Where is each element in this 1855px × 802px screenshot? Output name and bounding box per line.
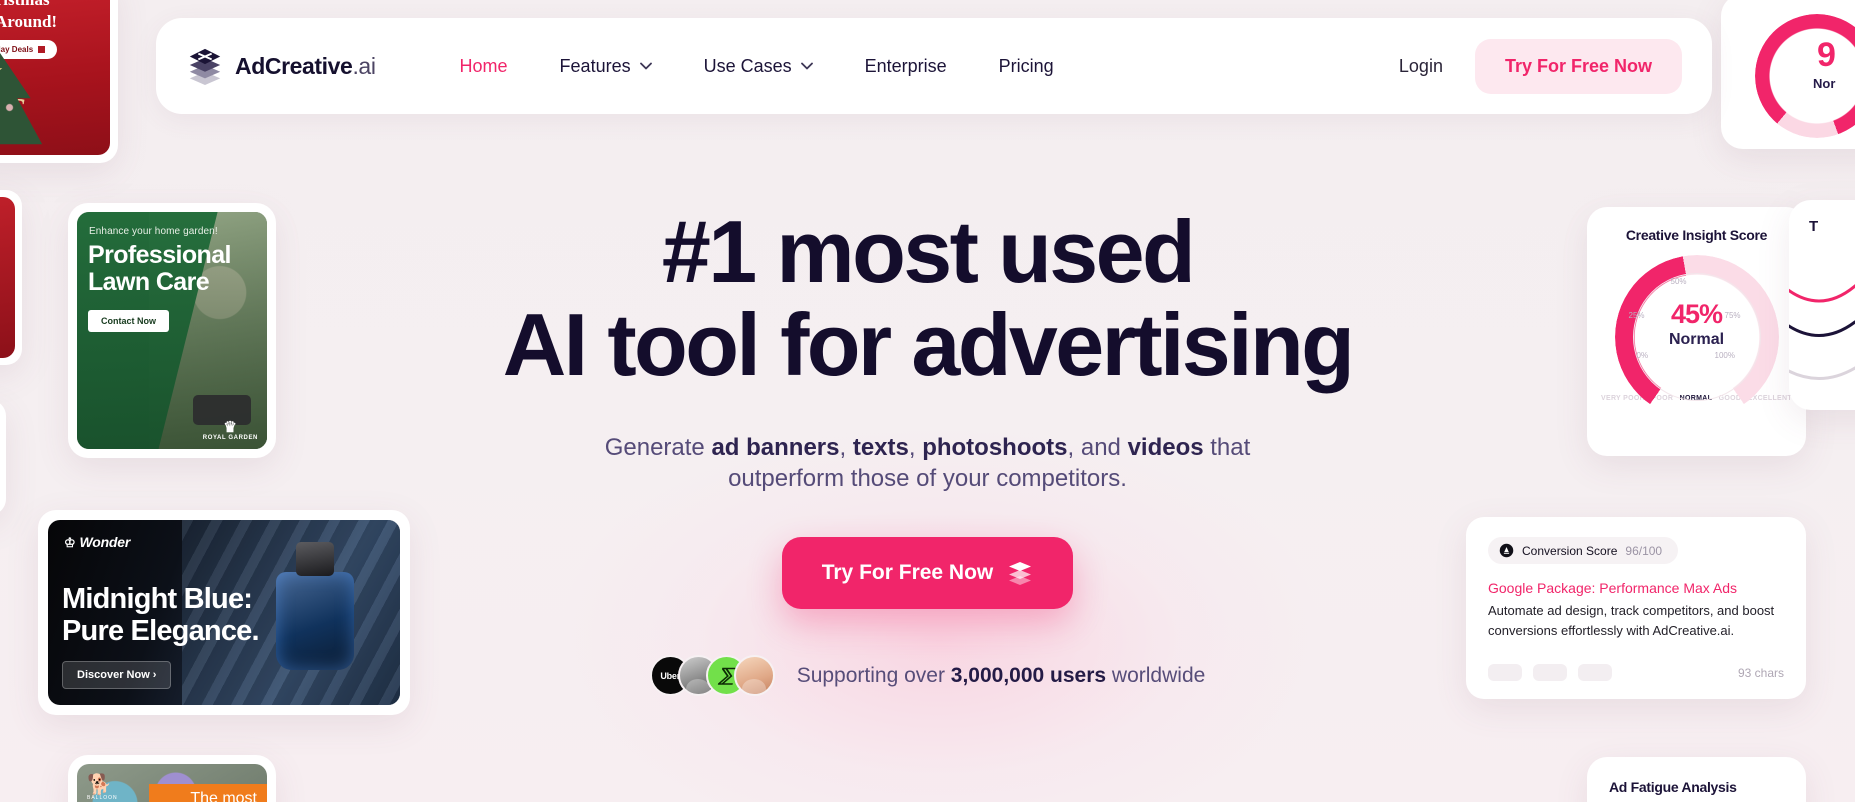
brand-tld: .ai bbox=[352, 52, 376, 79]
gauge-top-label: Nor bbox=[1813, 76, 1836, 91]
gauge-ring-graphic bbox=[1755, 14, 1855, 138]
sub-sep1: , bbox=[839, 433, 853, 461]
hero-subtitle-line2: outperform those of your competitors. bbox=[728, 465, 1127, 493]
sub-bold-ad-banners: ad banners bbox=[711, 433, 840, 461]
nav-item-home[interactable]: Home bbox=[434, 46, 534, 87]
nav-label: Pricing bbox=[998, 55, 1054, 76]
ad-card-toys[interactable]: 🐕BALLOON The most fun toys for bbox=[68, 755, 276, 802]
ad-christmas-line2: All Around! bbox=[0, 12, 58, 31]
person-avatar-2 bbox=[733, 655, 775, 697]
brand-logo-group[interactable]: AdCreative.ai bbox=[186, 47, 376, 85]
sub-bold-videos: videos bbox=[1127, 433, 1204, 461]
nav-label: Features bbox=[559, 55, 631, 76]
chevron-down-icon bbox=[639, 62, 652, 70]
nav-item-use-cases[interactable]: Use Cases bbox=[678, 46, 839, 87]
hero-cta-label: Try For Free Now bbox=[821, 561, 994, 585]
sub-bold-photoshoots: photoshoots bbox=[922, 433, 1068, 461]
panel-ad-fatigue-analysis[interactable]: Ad Fatigue Analysis bbox=[1587, 757, 1806, 802]
toy-brand-label: BALLOON bbox=[87, 795, 118, 801]
header-try-free-button[interactable]: Try For Free Now bbox=[1474, 38, 1682, 94]
hero-try-free-button[interactable]: Try For Free Now bbox=[781, 537, 1074, 610]
avatar-stack: Uber ⅀ bbox=[649, 655, 775, 697]
social-proof-text: Supporting over 3,000,000 users worldwid… bbox=[797, 664, 1206, 688]
login-link[interactable]: Login bbox=[1377, 46, 1465, 87]
nav-label: Enterprise bbox=[864, 55, 947, 76]
social-user-count: 3,000,000 users bbox=[950, 663, 1107, 687]
social-proof: Uber ⅀ Supporting over 3,000,000 users w… bbox=[0, 655, 1855, 697]
hero-cta-wrap: Try For Free Now bbox=[0, 537, 1855, 610]
gauge-top-value: 9 bbox=[1817, 36, 1836, 74]
nav-label: Use Cases bbox=[703, 55, 792, 76]
sub-pre: Generate bbox=[604, 433, 712, 461]
hero-headline: #1 most used AI tool for advertising bbox=[0, 205, 1855, 392]
social-post: worldwide bbox=[1106, 663, 1206, 687]
ad-toys-inner: 🐕BALLOON The most fun toys for bbox=[77, 764, 267, 802]
nav-label: Home bbox=[459, 55, 508, 76]
square-icon bbox=[38, 46, 46, 53]
main-nav: Home Features Use Cases Enterprise Prici… bbox=[434, 46, 1080, 87]
ad-card-christmas[interactable]: Christmas All Around! Black Friday Deals… bbox=[0, 0, 118, 163]
ad-christmas-button[interactable]: Black Friday Deals bbox=[0, 40, 58, 59]
social-pre: Supporting over bbox=[796, 663, 951, 687]
ad-christmas-line1: Christmas bbox=[0, 0, 50, 10]
sub-bold-texts: texts bbox=[852, 433, 909, 461]
chevron-down-icon bbox=[800, 62, 813, 70]
landing-page: AdCreative.ai Home Features Use Cases En… bbox=[0, 0, 1855, 802]
hero-headline-line1: #1 most used bbox=[661, 202, 1196, 301]
nav-item-pricing[interactable]: Pricing bbox=[973, 46, 1080, 87]
nav-item-enterprise[interactable]: Enterprise bbox=[839, 46, 973, 87]
star-icon: ★ bbox=[0, 58, 4, 84]
balloon-dog-icon: 🐕 BALLOON bbox=[87, 774, 118, 801]
ad-toys-line1: The most bbox=[190, 790, 257, 802]
stacked-layers-icon bbox=[1009, 562, 1032, 586]
avatar-label: ⅀ bbox=[718, 665, 734, 686]
brand-name: AdCreative.ai bbox=[235, 52, 376, 79]
site-header: AdCreative.ai Home Features Use Cases En… bbox=[156, 18, 1712, 114]
stacked-cube-logo-icon bbox=[189, 48, 221, 85]
sub-sep2: , bbox=[908, 433, 923, 461]
sub-post: that bbox=[1203, 433, 1251, 461]
ad-christmas-inner: Christmas All Around! Black Friday Deals… bbox=[0, 0, 110, 155]
fatigue-panel-title: Ad Fatigue Analysis bbox=[1609, 779, 1737, 795]
nav-item-features[interactable]: Features bbox=[534, 46, 678, 87]
hero-subtitle: Generate ad banners, texts, photoshoots,… bbox=[0, 432, 1855, 496]
ad-christmas-button-label: Black Friday Deals bbox=[0, 45, 34, 54]
sub-sep3: , and bbox=[1067, 433, 1128, 461]
panel-score-gauge-top[interactable]: 9 Nor bbox=[1721, 0, 1855, 149]
hero-headline-line2: AI tool for advertising bbox=[502, 295, 1355, 395]
header-actions: Login Try For Free Now bbox=[1377, 38, 1682, 94]
hero-section: #1 most used AI tool for advertising Gen… bbox=[0, 205, 1855, 697]
